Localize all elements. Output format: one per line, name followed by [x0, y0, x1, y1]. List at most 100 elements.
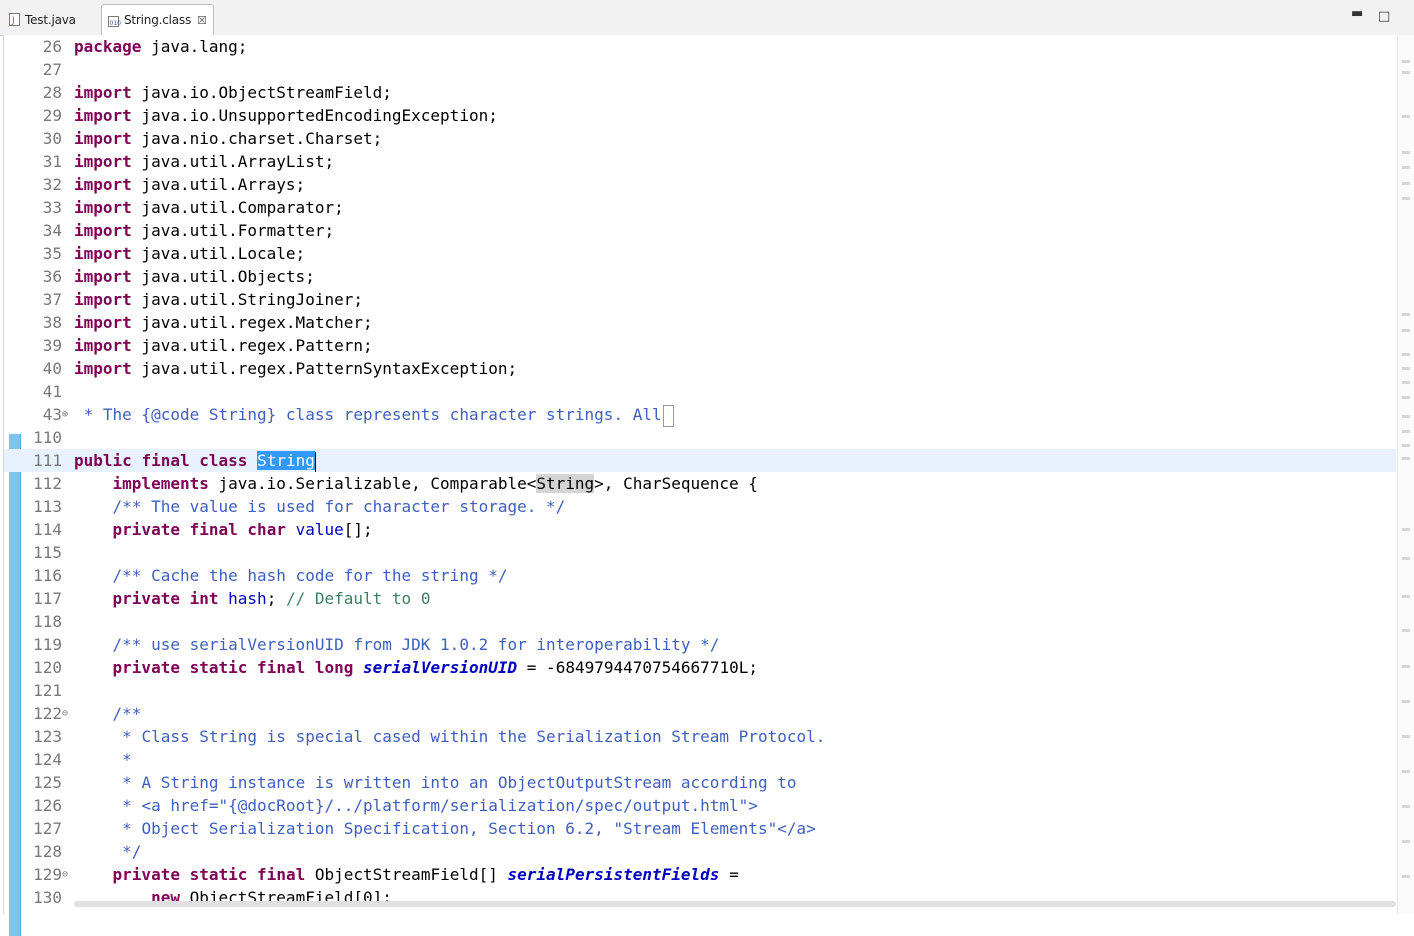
code-editor[interactable]: 26 package java.lang; 27 28 import java.io.O… — [3, 35, 1414, 936]
fold-expand-icon[interactable]: ⊕ — [62, 403, 72, 426]
code-line[interactable]: 35 import java.util.Locale; — [4, 242, 1396, 265]
code-line[interactable]: 41 — [4, 380, 1396, 403]
code-token: // Default to 0 — [285, 589, 431, 608]
overview-marker[interactable] — [1402, 381, 1410, 384]
code-line[interactable]: 115 — [4, 541, 1396, 564]
overview-marker[interactable] — [1402, 430, 1410, 433]
line-number: 127 — [33, 819, 62, 838]
overview-marker[interactable] — [1402, 329, 1410, 332]
maximize-button[interactable]: □ — [1378, 9, 1390, 24]
code-line[interactable]: 119 /** use serialVersionUID from JDK 1.… — [4, 633, 1396, 656]
code-line[interactable]: 34 import java.util.Formatter; — [4, 219, 1396, 242]
code-line[interactable]: 111 public final class String — [4, 449, 1396, 472]
code-line[interactable]: 43 ⊕ * The {@code String} class represent… — [4, 403, 1396, 427]
code-token: char — [247, 520, 286, 539]
overview-marker[interactable] — [1402, 353, 1410, 356]
minimize-button[interactable]: ▬ — [1351, 6, 1363, 21]
code-line[interactable]: 29 import java.io.UnsupportedEncodingExce… — [4, 104, 1396, 127]
code-line[interactable]: 37 import java.util.StringJoiner; — [4, 288, 1396, 311]
horizontal-scrollbar[interactable] — [74, 901, 1396, 907]
overview-marker[interactable] — [1402, 457, 1410, 460]
fold-collapse-icon[interactable]: ⊖ — [62, 863, 72, 886]
code-line[interactable]: 31 import java.util.ArrayList; — [4, 150, 1396, 173]
overview-marker[interactable] — [1402, 595, 1410, 598]
overview-marker[interactable] — [1402, 805, 1410, 808]
code-line[interactable]: 128 */ — [4, 840, 1396, 863]
code-line[interactable]: 117 private int hash; // Default to 0 — [4, 587, 1396, 610]
overview-ruler[interactable] — [1397, 35, 1414, 914]
overview-marker[interactable] — [1402, 770, 1410, 773]
fold-collapse-icon[interactable]: ⊖ — [62, 702, 72, 725]
overview-marker[interactable] — [1402, 528, 1410, 531]
line-number: 26 — [42, 37, 62, 56]
code-line[interactable]: 116 /** Cache the hash code for the stri… — [4, 564, 1396, 587]
overview-marker[interactable] — [1402, 396, 1410, 399]
code-line[interactable]: 27 — [4, 58, 1396, 81]
code-token: * Class String is special cased within t… — [122, 727, 826, 746]
code-line[interactable]: 118 — [4, 610, 1396, 633]
line-number: 121 — [33, 681, 62, 700]
overview-marker[interactable] — [1402, 71, 1410, 74]
code-line[interactable]: 113 /** The value is used for character … — [4, 495, 1396, 518]
line-number: 130 — [33, 888, 62, 907]
code-line[interactable]: 32 import java.util.Arrays; — [4, 173, 1396, 196]
code-line[interactable]: 122 ⊖ /** — [4, 702, 1396, 725]
code-line[interactable]: 124 * — [4, 748, 1396, 771]
code-line[interactable]: 40 import java.util.regex.PatternSyntaxEx… — [4, 357, 1396, 380]
code-line[interactable]: 36 import java.util.Objects; — [4, 265, 1396, 288]
code-text: private static final ObjectStreamField[]… — [74, 863, 739, 886]
overview-marker[interactable] — [1402, 313, 1410, 316]
code-token: import — [74, 244, 132, 263]
code-line[interactable]: 28 import java.io.ObjectStreamField; — [4, 81, 1396, 104]
line-number: 119 — [33, 635, 62, 654]
overview-marker[interactable] — [1402, 60, 1410, 63]
tab-test-java[interactable]: J Test.java — [3, 5, 101, 34]
code-token: java.util.Objects; — [131, 267, 315, 286]
code-line[interactable]: 121 — [4, 679, 1396, 702]
code-token: import — [74, 175, 132, 194]
overview-marker[interactable] — [1402, 557, 1410, 560]
code-text: * Class String is special cased within t… — [74, 725, 825, 748]
code-token: java.io.ObjectStreamField; — [131, 83, 392, 102]
overview-marker[interactable] — [1402, 115, 1410, 118]
overview-marker[interactable] — [1402, 875, 1410, 878]
code-line[interactable]: 38 import java.util.regex.Matcher; — [4, 311, 1396, 334]
overview-marker[interactable] — [1402, 415, 1410, 418]
close-icon[interactable]: ☒ — [197, 14, 207, 27]
overview-marker[interactable] — [1402, 840, 1410, 843]
overview-marker[interactable] — [1402, 444, 1410, 447]
code-token: import — [74, 129, 132, 148]
overview-marker[interactable] — [1402, 735, 1410, 738]
overview-marker[interactable] — [1402, 629, 1410, 632]
code-line[interactable]: 39 import java.util.regex.Pattern; — [4, 334, 1396, 357]
overview-marker[interactable] — [1402, 197, 1410, 200]
code-line[interactable]: 110 — [4, 426, 1396, 449]
code-token: import — [74, 152, 132, 171]
code-line[interactable]: 129 ⊖ private static final ObjectStreamFi… — [4, 863, 1396, 886]
overview-marker[interactable] — [1402, 700, 1410, 703]
tab-string-class[interactable]: 010 String.class ☒ — [101, 4, 214, 35]
overview-marker[interactable] — [1402, 182, 1410, 185]
code-line[interactable]: 112 implements java.io.Serializable, Com… — [4, 472, 1396, 495]
code-line[interactable]: 123 * Class String is special cased with… — [4, 725, 1396, 748]
code-token: static — [189, 865, 248, 884]
class-file-icon: 010 — [108, 14, 121, 27]
code-token: import — [74, 83, 132, 102]
code-text: import java.io.UnsupportedEncodingExcept… — [74, 104, 498, 127]
java-file-icon: J — [9, 13, 20, 26]
code-line[interactable]: 114 private final char value[]; — [4, 518, 1396, 541]
code-line[interactable]: 125 * A String instance is written into … — [4, 771, 1396, 794]
code-line[interactable]: 33 import java.util.Comparator; — [4, 196, 1396, 219]
code-line[interactable]: 120 private static final long serialVers… — [4, 656, 1396, 679]
overview-marker[interactable] — [1402, 166, 1410, 169]
code-line[interactable]: 127 * Object Serialization Specification… — [4, 817, 1396, 840]
code-token: import — [74, 336, 132, 355]
code-line[interactable]: 30 import java.nio.charset.Charset; — [4, 127, 1396, 150]
overview-marker[interactable] — [1402, 151, 1410, 154]
overview-marker[interactable] — [1402, 367, 1410, 370]
code-line[interactable]: 26 package java.lang; — [4, 35, 1396, 58]
code-line[interactable]: 126 * <a href="{@docRoot}/../platform/se… — [4, 794, 1396, 817]
code-token: serialPersistentFields — [507, 865, 720, 884]
overview-marker[interactable] — [1402, 665, 1410, 668]
